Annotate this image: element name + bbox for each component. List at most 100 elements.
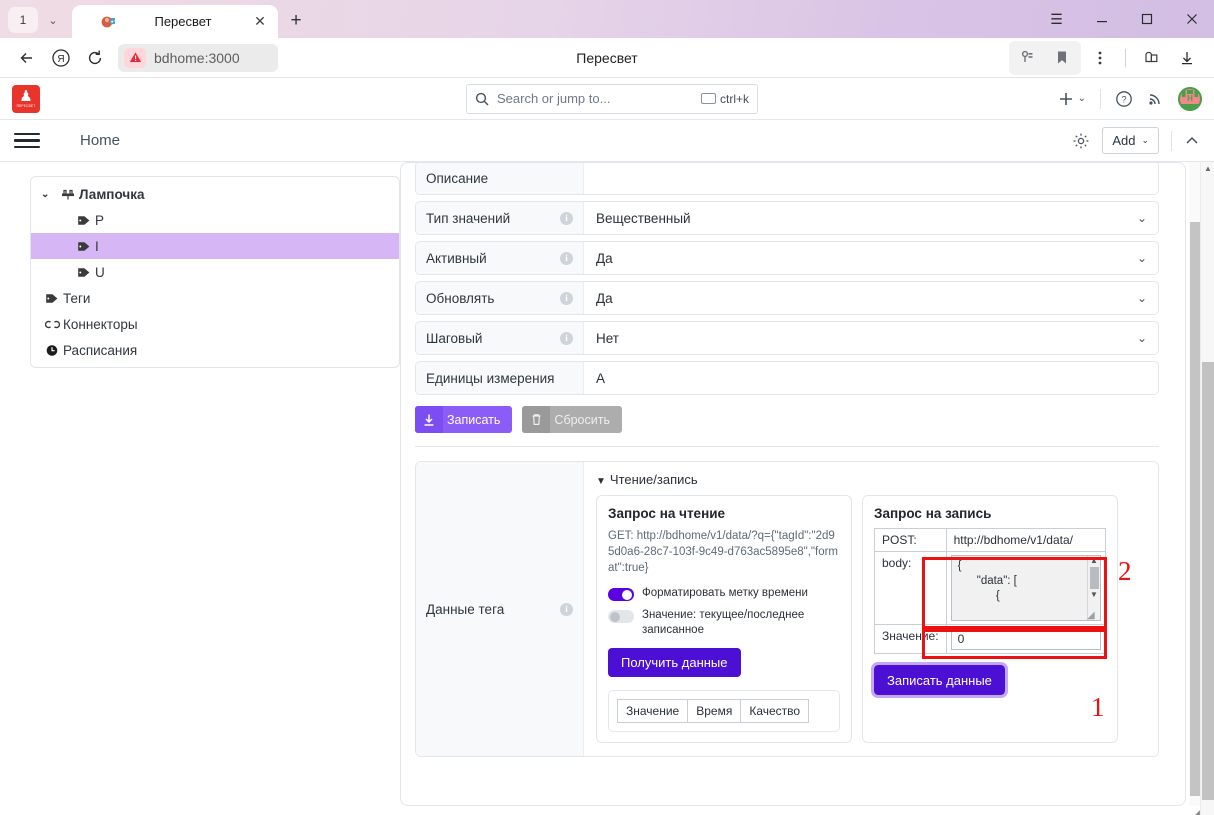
value-mode-label: Значение: текущее/последнее записанное bbox=[642, 609, 805, 636]
browser-scroll-thumb[interactable] bbox=[1202, 362, 1214, 800]
browser-tab[interactable]: Пересвет ✕ bbox=[72, 5, 278, 38]
chevron-down-icon[interactable]: ⌄ bbox=[1078, 93, 1086, 104]
tab-close-icon[interactable]: ✕ bbox=[250, 13, 270, 30]
scroll-thumb[interactable] bbox=[1089, 567, 1099, 589]
add-new-button[interactable]: ⌄ bbox=[1058, 91, 1086, 107]
tree-item-p[interactable]: P bbox=[31, 207, 399, 233]
form-row-1: Описание bbox=[415, 163, 1159, 195]
window-maximize-icon[interactable] bbox=[1124, 0, 1169, 38]
form-row-select[interactable]: Вещественный bbox=[584, 202, 1126, 234]
triangle-down-icon: ▼ bbox=[596, 476, 606, 487]
table-header-row: Значение Время Качество bbox=[616, 699, 810, 723]
value-cell: 0 bbox=[945, 624, 1107, 654]
post-url-row: POST: http://bdhome/v1/data/ bbox=[874, 528, 1107, 552]
hamburger-line bbox=[14, 132, 40, 136]
info-icon[interactable]: i bbox=[560, 291, 573, 305]
form-row-label: Шаговый bbox=[426, 330, 483, 346]
tab-list-chevron-icon[interactable]: ⌄ bbox=[40, 7, 66, 33]
browser-scroll-up-icon[interactable]: ▲ bbox=[1201, 162, 1214, 176]
tab-groups-icon[interactable] bbox=[1134, 43, 1168, 73]
divider bbox=[415, 446, 1159, 447]
tab-counter[interactable]: 1 bbox=[8, 7, 38, 33]
form-row-select[interactable]: Нет bbox=[584, 322, 1126, 354]
site-warning-icon[interactable] bbox=[124, 47, 146, 68]
info-icon[interactable]: i bbox=[560, 331, 573, 345]
add-button[interactable]: Add ⌄ bbox=[1102, 127, 1159, 154]
form-row-input[interactable] bbox=[584, 163, 1158, 194]
body-textarea[interactable]: { "data": [ { ▲ ▼ ◢ bbox=[950, 555, 1101, 621]
save-button-label: Записать bbox=[447, 412, 501, 427]
body-line: { bbox=[957, 590, 1000, 602]
resize-grip-icon[interactable]: ◢ bbox=[1087, 608, 1099, 620]
tab-title: Пересвет bbox=[154, 14, 212, 29]
reset-button[interactable]: Сбросить bbox=[522, 406, 622, 433]
menu-toggle-button[interactable] bbox=[14, 132, 40, 149]
tree-item-label: I bbox=[95, 238, 99, 254]
help-icon[interactable]: ? bbox=[1115, 90, 1133, 108]
tree-item-u[interactable]: U bbox=[31, 259, 399, 285]
scroll-down-icon[interactable]: ▼ bbox=[1090, 590, 1098, 600]
form-row-label: Обновлять bbox=[426, 290, 495, 306]
read-request-card: Запрос на чтение GET: http://bdhome/v1/d… bbox=[596, 495, 852, 743]
tree-item-i[interactable]: I bbox=[31, 233, 399, 259]
collapse-icon[interactable] bbox=[1184, 133, 1200, 149]
new-tab-button[interactable]: + bbox=[281, 6, 311, 36]
body-row: body: { "data": [ { ▲ ▼ ◢ bbox=[874, 551, 1107, 625]
save-button[interactable]: Записать bbox=[415, 406, 513, 433]
info-icon[interactable]: i bbox=[560, 602, 573, 616]
window-close-icon[interactable] bbox=[1169, 0, 1214, 38]
form-row-select[interactable]: Да bbox=[584, 282, 1126, 314]
window-minimize-icon[interactable] bbox=[1079, 0, 1124, 38]
read-write-header[interactable]: ▼ Чтение/запись bbox=[596, 472, 1146, 487]
form-row-4: Обновлять i Да ⌄ bbox=[415, 281, 1159, 315]
window-controls: ☰ bbox=[1034, 0, 1214, 38]
downloads-icon[interactable] bbox=[1170, 43, 1204, 73]
extensions-icon[interactable] bbox=[1011, 43, 1045, 73]
write-data-button[interactable]: Записать данные bbox=[871, 662, 1008, 698]
chevron-down-icon[interactable]: ⌄ bbox=[1126, 202, 1158, 234]
avatar[interactable]: Н bbox=[1178, 86, 1202, 111]
form-row-label: Тип значений bbox=[426, 210, 511, 226]
chevron-down-icon[interactable]: ⌄ bbox=[1126, 322, 1158, 354]
tree-item-расписания[interactable]: Расписания bbox=[31, 337, 399, 363]
tag-data-section: Данные тега i ▼ Чтение/запись Запрос на ч… bbox=[415, 461, 1159, 757]
value-input[interactable]: 0 bbox=[950, 628, 1101, 650]
value-mode-toggle[interactable] bbox=[608, 610, 634, 623]
form-row-2: Тип значений i Вещественный ⌄ bbox=[415, 201, 1159, 235]
save-icon bbox=[415, 406, 443, 433]
form-row-input[interactable]: А bbox=[584, 362, 1158, 394]
get-data-button[interactable]: Получить данные bbox=[608, 648, 741, 677]
tree-item-label: U bbox=[95, 264, 105, 280]
tree-item-коннекторы[interactable]: Коннекторы bbox=[31, 311, 399, 337]
gear-icon[interactable] bbox=[1072, 132, 1090, 150]
form-row-select[interactable]: Да bbox=[584, 242, 1126, 274]
browser-toolbar bbox=[1009, 40, 1204, 75]
format-timestamp-toggle[interactable] bbox=[608, 588, 634, 601]
chevron-down-icon[interactable]: ⌄ bbox=[1126, 282, 1158, 314]
back-button[interactable] bbox=[10, 43, 44, 73]
read-url-text: http://bdhome/v1/data/?q={"tagId":"2d95d… bbox=[608, 530, 839, 574]
news-feed-icon[interactable] bbox=[1147, 90, 1164, 107]
chevron-down-icon[interactable]: ⌄ bbox=[41, 189, 57, 200]
bookmark-icon[interactable] bbox=[1045, 43, 1079, 73]
browser-scrollbar[interactable]: ▲ ▼ bbox=[1200, 162, 1214, 815]
scroll-up-icon[interactable]: ▲ bbox=[1090, 556, 1098, 566]
browser-overflow-menu-icon[interactable] bbox=[1083, 43, 1117, 73]
tag-data-label-cell: Данные тега i bbox=[416, 462, 584, 756]
info-icon[interactable]: i bbox=[560, 251, 573, 265]
info-icon[interactable]: i bbox=[560, 211, 573, 225]
address-bar[interactable]: bdhome:3000 bbox=[118, 43, 278, 72]
tree-item-лампочка[interactable]: ⌄ Лампочка bbox=[31, 181, 399, 207]
browser-menu-icon[interactable]: ☰ bbox=[1034, 0, 1079, 38]
app-logo[interactable]: ♟ ПЕРЕСВЕТ bbox=[12, 84, 40, 113]
tree-item-теги[interactable]: Теги bbox=[31, 285, 399, 311]
value-mode-toggle-row: Значение: текущее/последнее записанное bbox=[608, 608, 840, 638]
reload-button[interactable] bbox=[78, 43, 112, 73]
tree-item-label: P bbox=[95, 212, 105, 228]
read-result-table: Значение Время Качество bbox=[616, 699, 810, 723]
yandex-home-icon[interactable]: Я bbox=[44, 43, 78, 73]
chevron-down-icon[interactable]: ⌄ bbox=[1126, 242, 1158, 274]
breadcrumb[interactable]: Home bbox=[80, 132, 120, 149]
search-input[interactable]: Search or jump to... ctrl+k bbox=[466, 83, 758, 114]
address-bar-text: bdhome:3000 bbox=[154, 49, 240, 66]
